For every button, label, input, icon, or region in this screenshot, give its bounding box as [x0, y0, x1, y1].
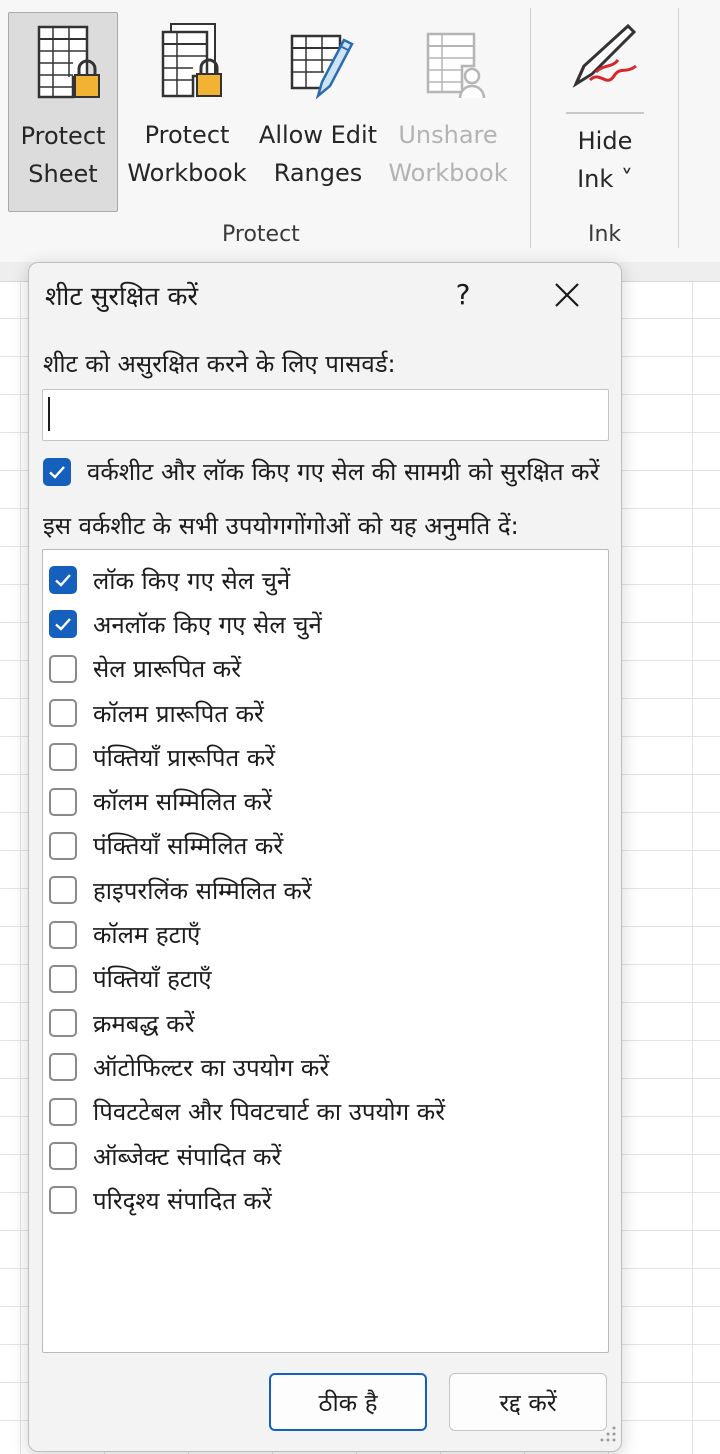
permission-checkbox[interactable]	[49, 831, 77, 860]
permission-label: पंक्तियाँ सम्मिलित करें	[93, 832, 284, 861]
permission-checkbox[interactable]	[49, 787, 77, 816]
permission-checkbox[interactable]	[49, 1186, 77, 1215]
permission-checkbox[interactable]	[49, 610, 77, 639]
protect-workbook-button[interactable]: Protect Workbook	[122, 12, 252, 212]
permission-checkbox[interactable]	[49, 566, 77, 595]
ink-pen-icon	[570, 18, 640, 98]
ribbon-divider	[530, 8, 531, 248]
permission-checkbox[interactable]	[49, 1009, 77, 1038]
permission-label: कॉलम हटाएँ	[93, 921, 201, 950]
protect-sheet-dialog: शीट सुरक्षित करें ? शीट को असुरक्षित करन…	[28, 262, 622, 1452]
allow-edit-ranges-button[interactable]: Allow Edit Ranges	[254, 12, 382, 212]
permission-checkbox[interactable]	[49, 654, 77, 683]
ribbon-divider	[678, 8, 679, 248]
permission-label: अनलॉक किए गए सेल चुनें	[93, 610, 322, 639]
help-button[interactable]: ?	[443, 273, 483, 317]
permission-checkbox[interactable]	[49, 964, 77, 993]
permission-checkbox[interactable]	[49, 743, 77, 772]
list-item[interactable]: ऑटोफिल्टर का उपयोग करें	[43, 1045, 608, 1089]
unshare-workbook-icon	[408, 18, 488, 108]
password-label: शीट को असुरक्षित करने के लिए पासवर्ड:	[43, 350, 396, 378]
permission-checkbox[interactable]	[49, 1097, 77, 1126]
list-item[interactable]: पंक्तियाँ हटाएँ	[43, 957, 608, 1001]
protect-contents-checkbox-row[interactable]: वर्कशीट और लॉक किए गए सेल की सामग्री को …	[43, 455, 599, 488]
permission-label: परिदृश्य संपादित करें	[93, 1186, 272, 1215]
permission-label: ऑटोफिल्टर का उपयोग करें	[93, 1053, 330, 1082]
dialog-title: शीट सुरक्षित करें	[45, 282, 199, 312]
password-input[interactable]	[42, 389, 609, 441]
permission-label: लॉक किए गए सेल चुनें	[93, 566, 291, 595]
checkmark-icon	[49, 465, 65, 479]
list-item[interactable]: ऑब्जेक्ट संपादित करें	[43, 1134, 608, 1178]
resize-grip-icon[interactable]	[599, 1425, 617, 1443]
ok-button[interactable]: ठीक है	[269, 1373, 427, 1431]
close-icon	[555, 283, 579, 307]
text-caret	[48, 397, 50, 431]
list-item[interactable]: हाइपरलिंक सम्मिलित करें	[43, 868, 608, 912]
checkmark-icon	[55, 574, 71, 587]
list-item[interactable]: पंक्तियाँ प्रारूपित करें	[43, 735, 608, 779]
permission-label: पिवटटेबल और पिवटचार्ट का उपयोग करें	[93, 1098, 446, 1127]
list-item[interactable]: अनलॉक किए गए सेल चुनें	[43, 602, 608, 646]
permission-checkbox[interactable]	[49, 699, 77, 728]
protect-contents-label: वर्कशीट और लॉक किए गए सेल की सामग्री को …	[87, 458, 600, 486]
list-item[interactable]: पिवटटेबल और पिवटचार्ट का उपयोग करें	[43, 1090, 608, 1134]
list-item[interactable]: कॉलम सम्मिलित करें	[43, 779, 608, 823]
ribbon: Protect Sheet Protect Workbook Allow Edi…	[0, 0, 720, 262]
permission-label: हाइपरलिंक सम्मिलित करें	[93, 876, 312, 905]
protect-workbook-label: Protect Workbook	[127, 121, 247, 187]
protect-contents-checkbox[interactable]	[43, 457, 71, 486]
checkmark-icon	[55, 618, 71, 632]
hide-ink-separator	[566, 112, 644, 114]
list-item[interactable]: कॉलम प्रारूपित करें	[43, 691, 608, 735]
permission-label: सेल प्रारूपित करें	[93, 655, 242, 684]
allow-edit-ranges-label: Allow Edit Ranges	[258, 121, 378, 187]
permission-checkbox[interactable]	[49, 920, 77, 949]
permission-checkbox[interactable]	[49, 876, 77, 905]
permission-label: कॉलम प्रारूपित करें	[93, 699, 264, 728]
permission-checkbox[interactable]	[49, 1142, 77, 1170]
permission-label: क्रमबद्ध करें	[93, 1009, 195, 1038]
list-item[interactable]: सेल प्रारूपित करें	[43, 647, 608, 691]
hide-ink-label: Hide Ink ˅	[577, 127, 633, 193]
close-button[interactable]	[545, 273, 589, 317]
protect-sheet-button[interactable]: Protect Sheet	[8, 12, 118, 212]
protect-sheet-label: Protect Sheet	[20, 122, 106, 188]
cancel-button[interactable]: रद्द करें	[449, 1373, 607, 1431]
list-item[interactable]: पंक्तियाँ सम्मिलित करें	[43, 824, 608, 868]
protect-workbook-icon	[147, 18, 227, 108]
group-label-protect: Protect	[222, 222, 300, 247]
allow-users-label: इस वर्कशीट के सभी उपयोगगोंगोओं को यह अनु…	[43, 512, 519, 540]
permission-label: कॉलम सम्मिलित करें	[93, 788, 272, 817]
list-item[interactable]: कॉलम हटाएँ	[43, 912, 608, 956]
protect-sheet-icon	[23, 19, 103, 109]
edit-ranges-pencil-icon	[278, 18, 358, 108]
list-item[interactable]: परिदृश्य संपादित करें	[43, 1178, 608, 1222]
unshare-workbook-label: Unshare Workbook	[388, 121, 508, 187]
unshare-workbook-button[interactable]: Unshare Workbook	[382, 12, 514, 212]
permission-label: पंक्तियाँ प्रारूपित करें	[93, 743, 276, 772]
group-label-ink: Ink	[588, 222, 622, 247]
permissions-list[interactable]: लॉक किए गए सेल चुनें अनलॉक किए गए सेल चु…	[42, 549, 609, 1353]
permission-label: पंक्तियाँ हटाएँ	[93, 965, 212, 994]
permission-label: ऑब्जेक्ट संपादित करें	[93, 1142, 282, 1171]
permission-checkbox[interactable]	[49, 1053, 77, 1082]
list-item[interactable]: लॉक किए गए सेल चुनें	[43, 558, 608, 602]
list-item[interactable]: क्रमबद्ध करें	[43, 1001, 608, 1045]
